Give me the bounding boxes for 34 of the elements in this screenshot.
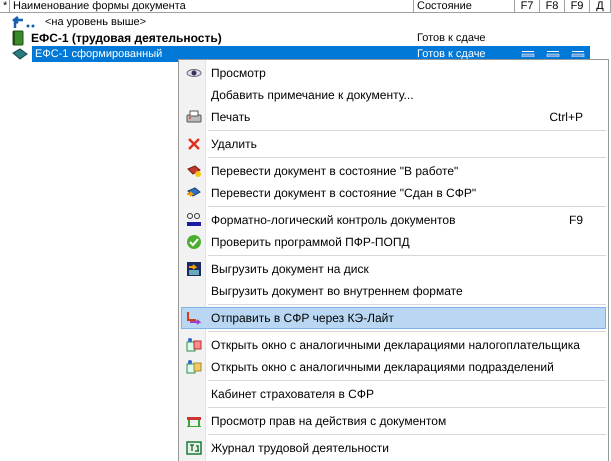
document-name[interactable]: ЕФС-1 (трудовая деятельность) [28,30,414,46]
menu-item[interactable]: Перевести документ в состояние "Сдан в СФР" [181,182,606,204]
menu-item[interactable]: Перевести документ в состояние "В работе" [181,160,606,182]
windows-stack-icon [186,337,202,353]
document-name[interactable]: <на уровень выше> [42,14,414,30]
menu-item[interactable]: Просмотр [181,62,606,84]
menu-item[interactable]: Печать Ctrl+P [181,106,606,128]
delete-icon [186,136,202,152]
menu-item[interactable]: Кабинет страхователя в СФР [181,383,606,405]
status-text: Готов к сдаче [417,31,486,46]
windows-stack-icon [186,359,202,375]
book-star-icon [186,163,202,179]
menu-item[interactable]: Просмотр прав на действия с документом [181,410,606,432]
journal-badge-icon [186,440,202,456]
status-text: Готов к сдаче [417,47,486,62]
disk-export-icon [186,261,202,277]
menu-item[interactable]: Открыть окно с аналогичными декларациями налогоплательщика [181,334,606,356]
column-header[interactable]: * [0,0,10,12]
book-icon [12,47,28,61]
menu-item[interactable]: Журнал трудовой деятельности [181,437,606,459]
shortcut-text: Ctrl+P [549,110,584,124]
menu-item[interactable]: Выгрузить документ во внутреннем формате [181,280,606,302]
printer-icon [186,109,202,125]
menu-item[interactable]: Выгрузить документ на диск [181,258,606,280]
menu-item[interactable]: Отправить в СФР через КЭ-Лайт [181,307,606,329]
shortcut-text: F9 [568,213,584,227]
closed-book-icon [12,30,24,46]
menu-item[interactable]: Форматно-логический контроль документов F9 [181,209,606,231]
check-icon [186,234,202,250]
menu-item[interactable]: Проверить программой ПФР-ПОПД [181,231,606,253]
send-arrow-icon [186,310,202,326]
menu-item[interactable]: Открыть окно с аналогичными декларациями подразделений [181,356,606,378]
menu-item[interactable]: Удалить [181,133,606,155]
menu-item[interactable]: Добавить примечание к документу... [181,84,606,106]
